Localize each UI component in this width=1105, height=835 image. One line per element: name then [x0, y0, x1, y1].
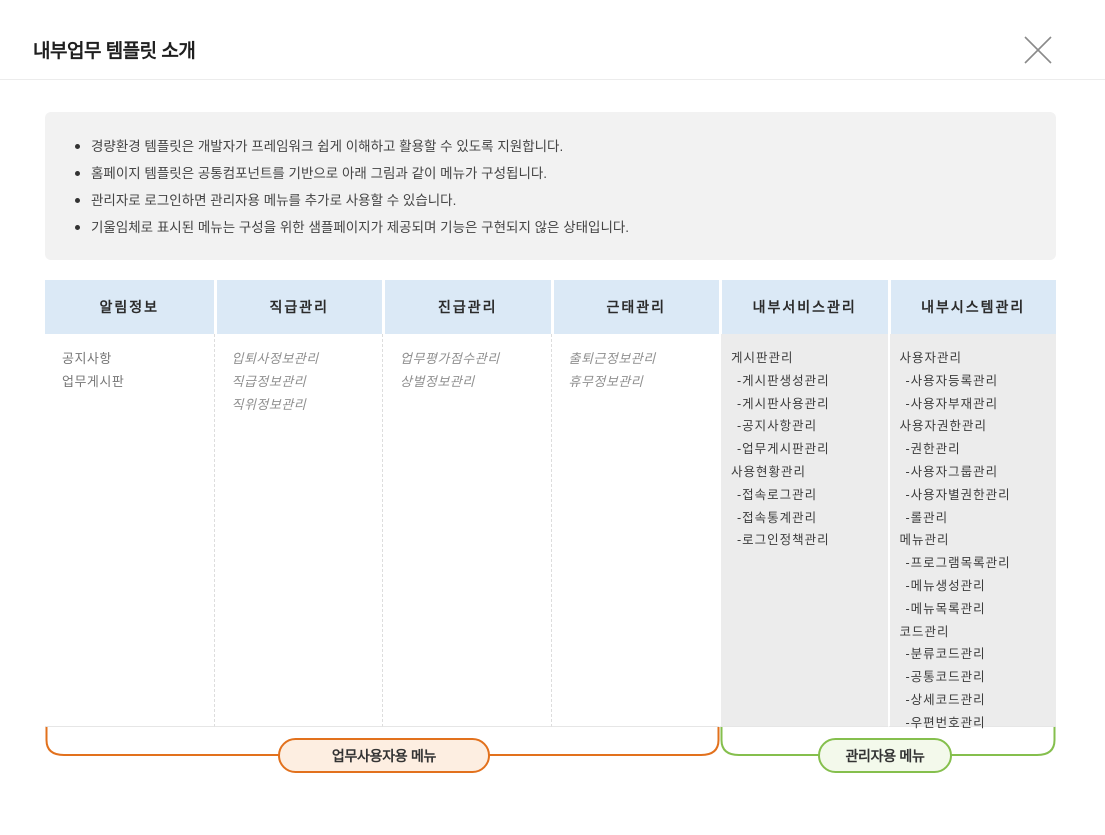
- menu-subitem: -메뉴생성관리: [900, 575, 1051, 598]
- intro-bullet: 기울임체로 표시된 메뉴는 구성을 위한 샘플페이지가 제공되며 기능은 구현되…: [73, 214, 1028, 241]
- column-header: 진급관리: [382, 280, 551, 334]
- menu-subitem: -공통코드관리: [900, 666, 1051, 689]
- close-button[interactable]: [1021, 33, 1055, 67]
- menu-item: 사용자관리: [900, 347, 1051, 370]
- menu-item: 상벌정보관리: [400, 370, 543, 393]
- menu-subitem: -메뉴목록관리: [900, 598, 1051, 621]
- menu-table: 알림정보공지사항업무게시판직급관리입퇴사정보관리직급정보관리직위정보관리진급관리…: [45, 280, 1056, 727]
- column-header: 직급관리: [214, 280, 383, 334]
- menu-item: 메뉴관리: [900, 529, 1051, 552]
- menu-subitem: -롤관리: [900, 507, 1051, 530]
- menu-subitem: -접속로그관리: [731, 484, 882, 507]
- menu-subitem: -사용자그룹관리: [900, 461, 1051, 484]
- menu-column-2: 직급관리입퇴사정보관리직급정보관리직위정보관리: [214, 280, 383, 727]
- menu-column-4: 근태관리출퇴근정보관리휴무정보관리: [551, 280, 720, 727]
- bullet-dot-icon: [75, 171, 80, 176]
- menu-item: 게시판관리: [731, 347, 882, 370]
- column-body: 입퇴사정보관리직급정보관리직위정보관리: [214, 334, 383, 727]
- user-menu-label: 업무사용자용 메뉴: [278, 738, 490, 773]
- menu-subitem: -공지사항관리: [731, 415, 882, 438]
- menu-item: 업무게시판: [62, 370, 206, 393]
- menu-item: 사용현황관리: [731, 461, 882, 484]
- column-body: 출퇴근정보관리휴무정보관리: [551, 334, 720, 727]
- menu-subitem: -업무게시판관리: [731, 438, 882, 461]
- menu-subitem: -분류코드관리: [900, 643, 1051, 666]
- intro-panel: 경량환경 템플릿은 개발자가 프레임워크 쉽게 이해하고 활용할 수 있도록 지…: [45, 112, 1056, 260]
- menu-column-5: 내부서비스관리게시판관리-게시판생성관리-게시판사용관리-공지사항관리-업무게시…: [719, 280, 888, 727]
- menu-subitem: -사용자별권한관리: [900, 484, 1051, 507]
- intro-bullet-list: 경량환경 템플릿은 개발자가 프레임워크 쉽게 이해하고 활용할 수 있도록 지…: [73, 133, 1028, 241]
- menu-item: 공지사항: [62, 347, 206, 370]
- bullet-text: 홈페이지 템플릿은 공통컴포넌트를 기반으로 아래 그림과 같이 메뉴가 구성됩…: [91, 160, 547, 187]
- column-body: 게시판관리-게시판생성관리-게시판사용관리-공지사항관리-업무게시판관리사용현황…: [719, 334, 888, 727]
- menu-item: 입퇴사정보관리: [232, 347, 375, 370]
- menu-subitem: -게시판사용관리: [731, 393, 882, 416]
- bullet-text: 기울임체로 표시된 메뉴는 구성을 위한 샘플페이지가 제공되며 기능은 구현되…: [91, 214, 629, 241]
- bullet-dot-icon: [75, 198, 80, 203]
- menu-column-1: 알림정보공지사항업무게시판: [45, 280, 214, 727]
- menu-subitem: -접속통계관리: [731, 507, 882, 530]
- menu-item: 직위정보관리: [232, 393, 375, 416]
- menu-subitem: -권한관리: [900, 438, 1051, 461]
- bullet-text: 경량환경 템플릿은 개발자가 프레임워크 쉽게 이해하고 활용할 수 있도록 지…: [91, 133, 563, 160]
- intro-bullet: 관리자로 로그인하면 관리자용 메뉴를 추가로 사용할 수 있습니다.: [73, 187, 1028, 214]
- modal-header: 내부업무 템플릿 소개: [0, 0, 1105, 80]
- page-title: 내부업무 템플릿 소개: [33, 36, 195, 63]
- column-header: 알림정보: [45, 280, 214, 334]
- menu-subitem: -게시판생성관리: [731, 370, 882, 393]
- column-body: 공지사항업무게시판: [45, 334, 214, 727]
- admin-menu-label: 관리자용 메뉴: [818, 738, 952, 773]
- column-header: 근태관리: [551, 280, 720, 334]
- bullet-dot-icon: [75, 144, 80, 149]
- menu-item: 코드관리: [900, 621, 1051, 644]
- column-body: 사용자관리-사용자등록관리-사용자부재관리사용자권한관리-권한관리-사용자그룹관…: [888, 334, 1057, 727]
- menu-subitem: -프로그램목록관리: [900, 552, 1051, 575]
- menu-item: 출퇴근정보관리: [569, 347, 712, 370]
- intro-bullet: 경량환경 템플릿은 개발자가 프레임워크 쉽게 이해하고 활용할 수 있도록 지…: [73, 133, 1028, 160]
- bullet-dot-icon: [75, 225, 80, 230]
- menu-item: 휴무정보관리: [569, 370, 712, 393]
- column-header: 내부시스템관리: [888, 280, 1057, 334]
- menu-item: 직급정보관리: [232, 370, 375, 393]
- bullet-text: 관리자로 로그인하면 관리자용 메뉴를 추가로 사용할 수 있습니다.: [91, 187, 456, 214]
- column-body: 업무평가점수관리상벌정보관리: [382, 334, 551, 727]
- menu-legend: 업무사용자용 메뉴 관리자용 메뉴: [45, 727, 1056, 789]
- menu-column-3: 진급관리업무평가점수관리상벌정보관리: [382, 280, 551, 727]
- menu-subitem: -상세코드관리: [900, 689, 1051, 712]
- menu-subitem: -로그인정책관리: [731, 529, 882, 552]
- menu-item: 사용자권한관리: [900, 415, 1051, 438]
- close-icon: [1021, 33, 1055, 67]
- intro-bullet: 홈페이지 템플릿은 공통컴포넌트를 기반으로 아래 그림과 같이 메뉴가 구성됩…: [73, 160, 1028, 187]
- menu-subitem: -사용자부재관리: [900, 393, 1051, 416]
- menu-column-6: 내부시스템관리사용자관리-사용자등록관리-사용자부재관리사용자권한관리-권한관리…: [888, 280, 1057, 727]
- column-header: 내부서비스관리: [719, 280, 888, 334]
- menu-subitem: -사용자등록관리: [900, 370, 1051, 393]
- menu-item: 업무평가점수관리: [400, 347, 543, 370]
